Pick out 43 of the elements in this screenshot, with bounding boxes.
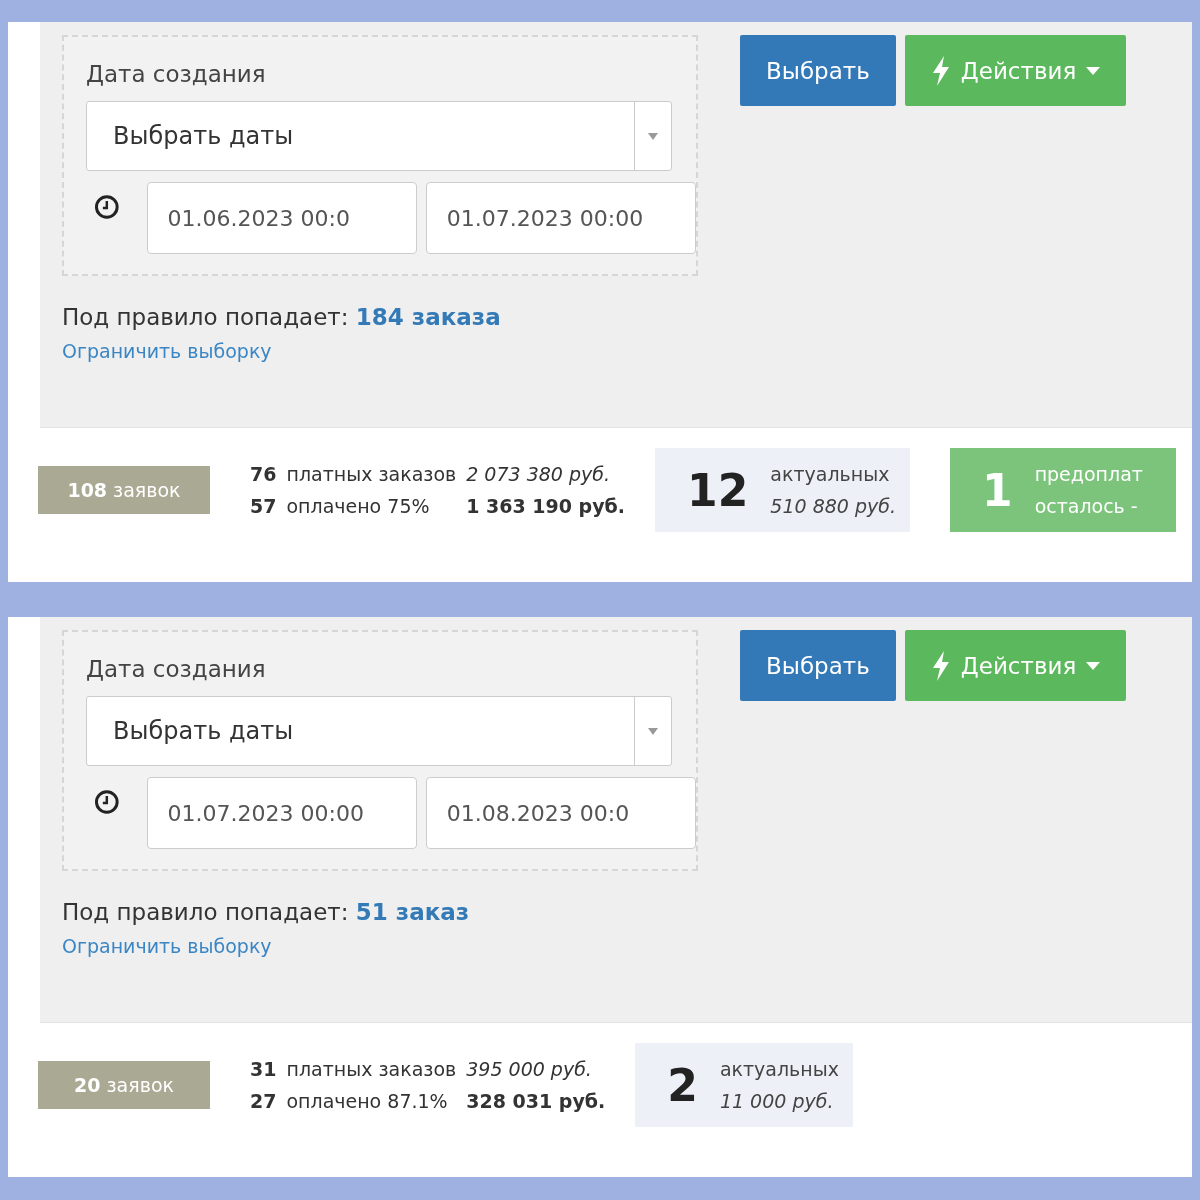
card-label: актуальных [770,463,891,485]
clock-icon [94,194,120,220]
card-number: 12 [687,464,749,516]
date-field[interactable]: 01.08.2023 00:0 [425,777,696,849]
stat-label: платных заказов [286,1058,457,1080]
date-field[interactable]: 01.07.2023 00:00 [425,182,696,254]
select-button[interactable]: Выбрать [740,35,896,106]
stat-label: оплачено 87.1% [286,1090,449,1112]
card-number: 1 [982,464,1013,516]
stat-label: оплачено 75% [286,495,431,517]
date-select[interactable]: Выбрать даты [86,696,672,766]
card-label: актуальных [719,1058,839,1080]
caret-icon [648,132,658,140]
caret-icon [648,727,658,735]
card-sum: осталось - [1034,495,1139,517]
select-button[interactable]: Выбрать [740,630,896,701]
sum-text: 395 000 руб. [466,1058,593,1080]
date-field[interactable]: 01.06.2023 00:0 [146,182,417,254]
date-field[interactable]: 01.07.2023 00:00 [146,777,417,849]
sum-text: 328 031 руб. [466,1090,606,1112]
card-sum: 11 000 руб. [719,1090,835,1112]
match-text: Под правило попадает: 184 заказа [62,304,502,330]
requests-count-text: 20 заявок [74,1074,174,1096]
card-label: предоплат [1034,463,1143,485]
sum-text: 1 363 190 руб. [466,495,626,517]
field-label: Дата создания [86,656,267,682]
stat-label: платных заказов [286,463,457,485]
sum-text: 2 073 380 руб. [466,463,612,485]
caret-icon [1086,661,1101,670]
count-text: 76 [250,463,277,485]
lightning-icon [930,650,951,681]
requests-count-text: 108 заявок [67,479,181,501]
count-text: 27 [250,1090,277,1112]
date-select[interactable]: Выбрать даты [86,101,672,171]
count-text: 31 [250,1058,277,1080]
field-label: Дата создания [86,61,267,87]
card-sum: 510 880 руб. [770,495,896,517]
lightning-icon [930,55,951,86]
count-text: 57 [250,495,277,517]
caret-icon [1086,66,1101,75]
match-text: Под правило попадает: 51 заказ [62,899,471,925]
card-number: 2 [667,1059,698,1111]
clock-icon [94,789,120,815]
